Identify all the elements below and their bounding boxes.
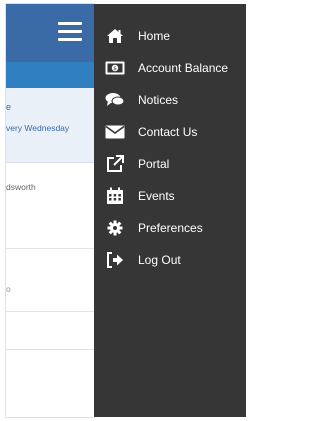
divider <box>6 349 94 350</box>
notice-title: e <box>6 102 12 112</box>
list-item-text: o <box>6 284 11 294</box>
home-icon <box>104 27 126 45</box>
menu-item-account-balance[interactable]: $ Account Balance <box>94 52 246 84</box>
external-link-icon <box>104 155 126 173</box>
menu-item-label: Notices <box>138 93 179 107</box>
menu-item-label: Preferences <box>138 221 203 235</box>
envelope-icon <box>104 123 126 141</box>
hamburger-menu-icon[interactable] <box>58 22 82 42</box>
svg-text:$: $ <box>113 66 117 72</box>
menu-item-events[interactable]: Events <box>94 180 246 212</box>
menu-item-label: Contact Us <box>138 125 198 139</box>
gear-icon <box>104 219 126 237</box>
menu-item-log-out[interactable]: Log Out <box>94 244 246 276</box>
menu-item-contact-us[interactable]: Contact Us <box>94 116 246 148</box>
menu-item-label: Account Balance <box>138 61 229 75</box>
notice-card[interactable]: e very Wednesday <box>6 88 94 163</box>
calendar-icon <box>104 187 126 205</box>
menu-item-preferences[interactable]: Preferences <box>94 212 246 244</box>
menu-item-label: Log Out <box>138 253 181 267</box>
menu-item-home[interactable]: Home <box>94 20 246 52</box>
menu-item-label: Home <box>138 29 171 43</box>
divider <box>6 248 94 249</box>
navigation-drawer: Home $ Account Balance Notices Contact U… <box>94 4 246 417</box>
sub-header-bar <box>6 62 94 88</box>
divider <box>6 311 94 312</box>
notice-subtitle: very Wednesday <box>6 123 70 133</box>
background-app-screen: e very Wednesday dsworth o <box>6 4 94 417</box>
top-app-bar <box>6 4 94 62</box>
drawer-menu: Home $ Account Balance Notices Contact U… <box>94 20 246 276</box>
logout-icon <box>104 251 126 269</box>
notices-icon <box>104 91 126 109</box>
list-item-text: dsworth <box>6 182 36 192</box>
account-balance-icon: $ <box>104 59 126 77</box>
menu-item-label: Portal <box>138 157 170 171</box>
menu-item-portal[interactable]: Portal <box>94 148 246 180</box>
menu-item-label: Events <box>138 189 175 203</box>
menu-item-notices[interactable]: Notices <box>94 84 246 116</box>
